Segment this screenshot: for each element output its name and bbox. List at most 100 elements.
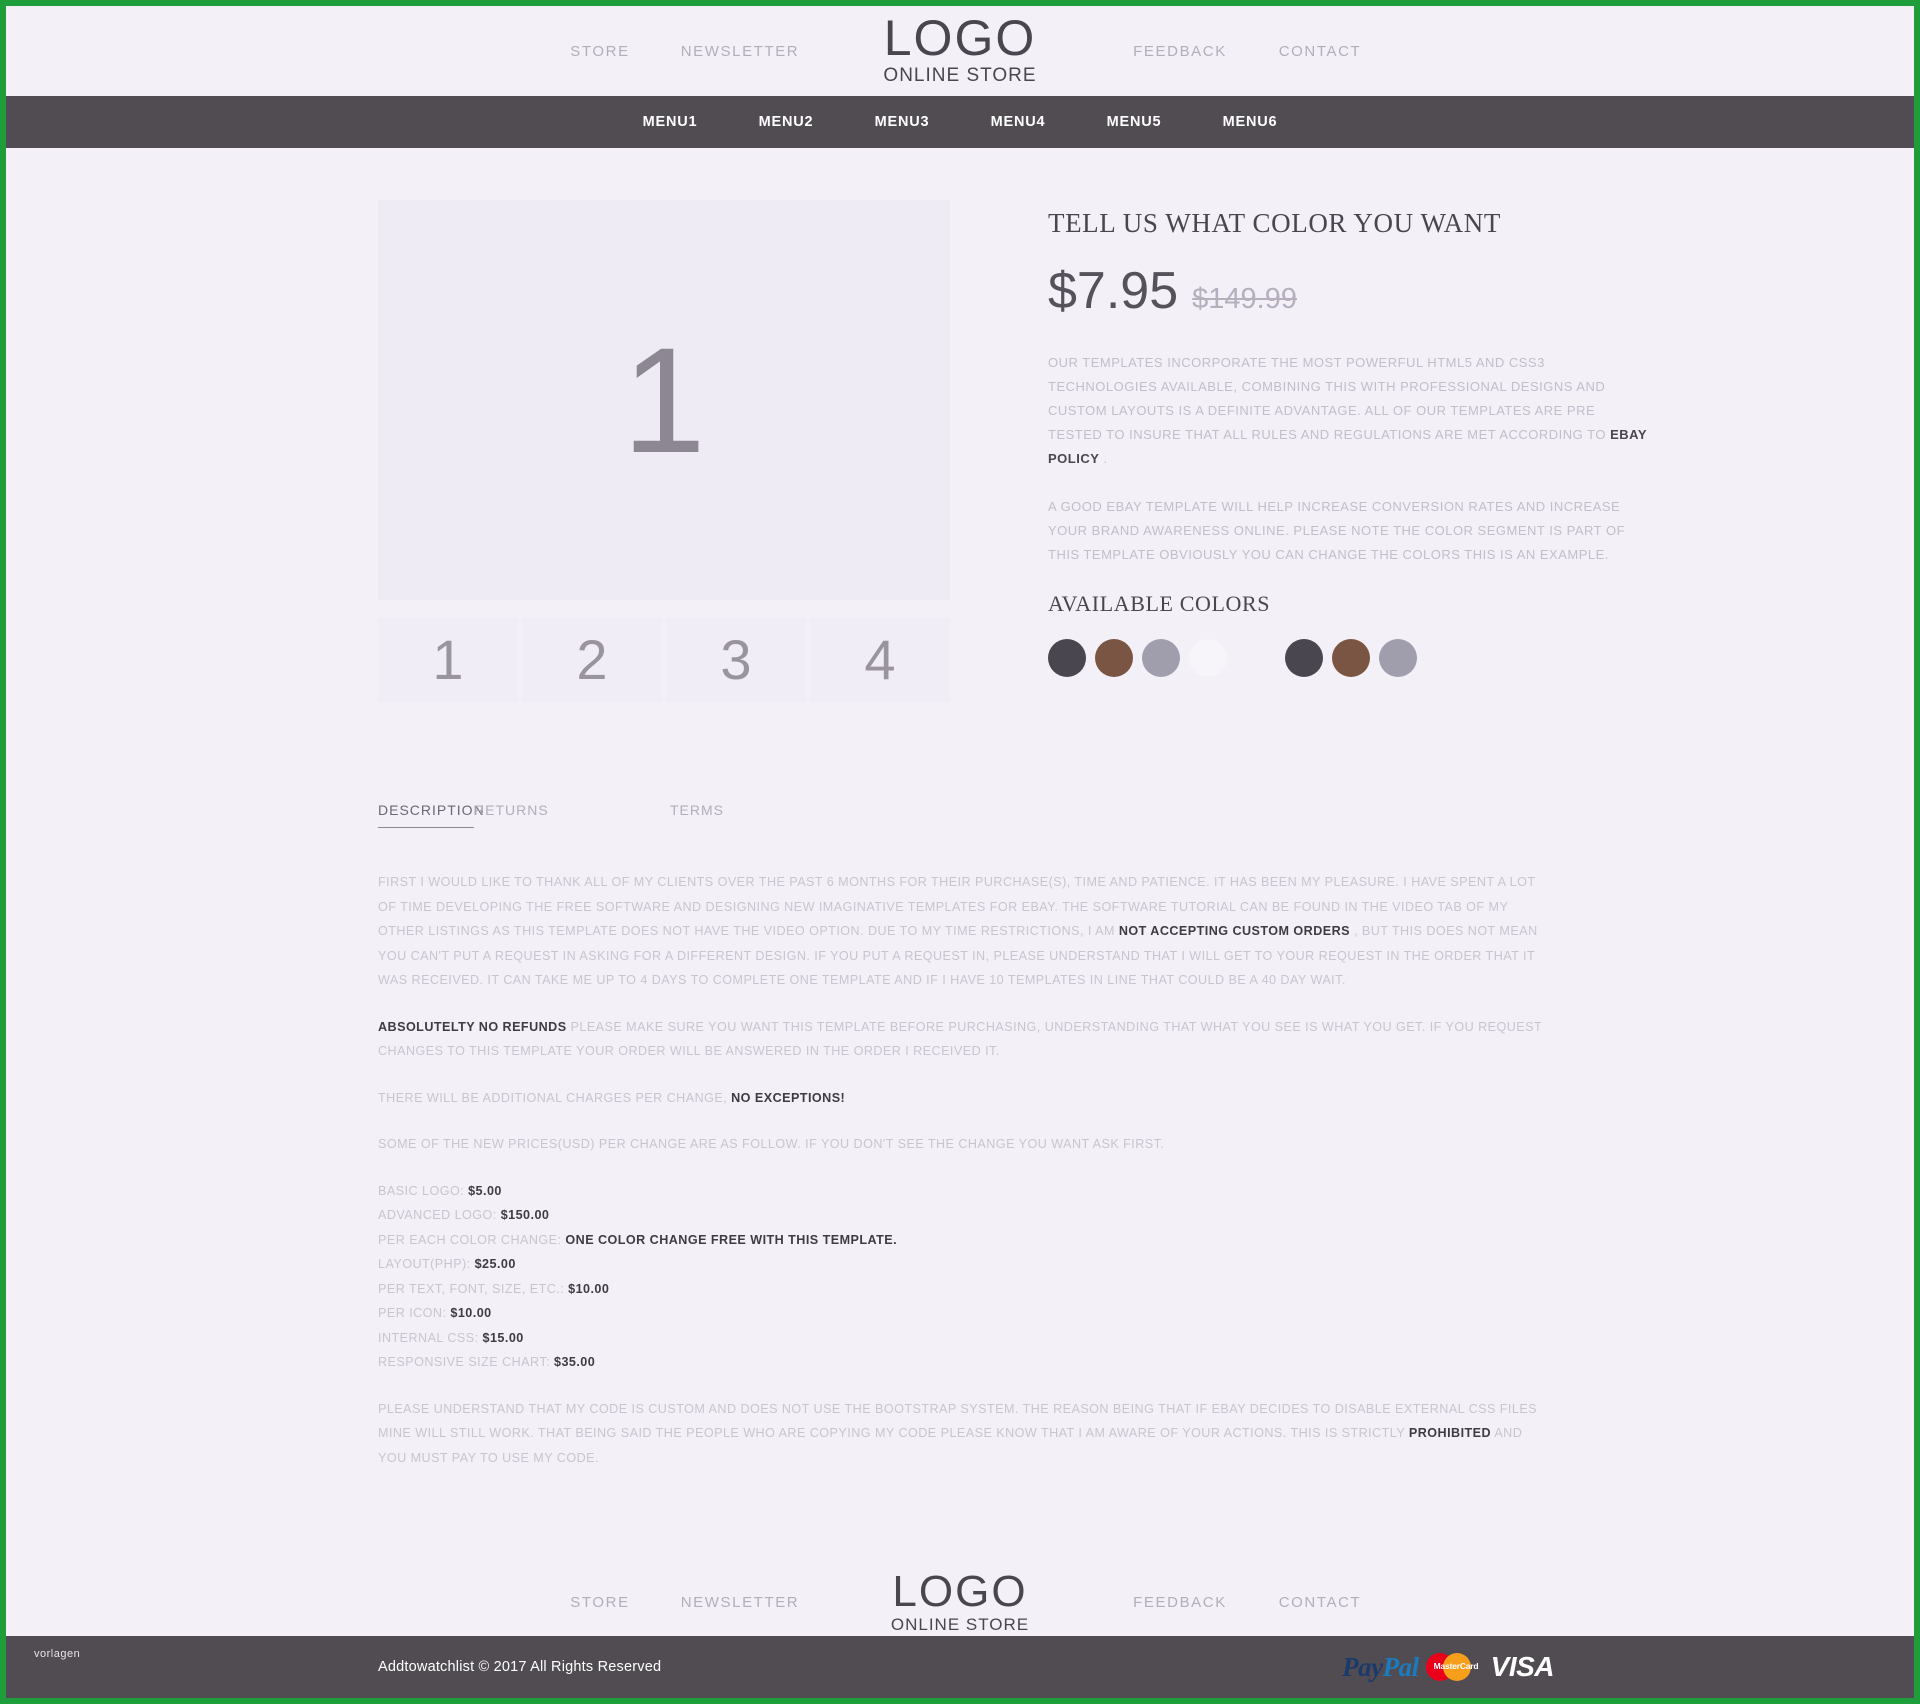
footer-link-store[interactable]: STORE (530, 1594, 670, 1611)
footer-link-contact[interactable]: CONTACT (1250, 1594, 1390, 1611)
paragraph-1-text-a: OUR TEMPLATES INCORPORATE THE MOST POWER… (1048, 355, 1611, 442)
price-item-label: INTERNAL CSS: (378, 1330, 483, 1345)
product-main-image[interactable]: 1 (378, 200, 950, 600)
desc-p1-emphasis: NOT ACCEPTING CUSTOM ORDERS (1118, 924, 1351, 938)
price-item-label: PER ICON: (378, 1306, 451, 1320)
price-item-label: LAYOUT(PHP): (378, 1257, 475, 1271)
header-link-newsletter[interactable]: NEWSLETTER (670, 43, 810, 60)
site-logo[interactable]: LOGO ONLINE STORE (810, 10, 1110, 87)
desc-p3-text: THERE WILL BE ADDITIONAL CHARGES PER CHA… (378, 1090, 732, 1105)
tab-list: DESCRIPTION RETURNS TERMS (378, 802, 1542, 828)
price-item-label: PER TEXT, FONT, SIZE, ETC.: (378, 1281, 569, 1296)
price-item-label: ADVANCED LOGO: (378, 1208, 501, 1222)
menu-item-menu4[interactable]: MENU4 (960, 114, 1076, 130)
available-colors-title: AVAILABLE COLORS (1048, 591, 1271, 616)
price-list-item: PER TEXT, FONT, SIZE, ETC.: $10.00 (378, 1277, 1542, 1302)
paypal-pal-text: Pal (1382, 1651, 1420, 1682)
logo-sub-text: ONLINE STORE (883, 64, 1037, 86)
mastercard-icon: MasterCard (1425, 1650, 1484, 1684)
thumbnail-label: 3 (720, 628, 752, 691)
price-list-item: INTERNAL CSS: $15.00 (378, 1326, 1542, 1351)
description-paragraph-3: THERE WILL BE ADDITIONAL CHARGES PER CHA… (378, 1086, 1542, 1111)
price-item-label: RESPONSIVE SIZE CHART: (378, 1355, 554, 1369)
color-swatch[interactable] (1285, 639, 1323, 677)
logo-main-text: LOGO (883, 10, 1037, 67)
header-link-contact[interactable]: CONTACT (1250, 43, 1390, 60)
price-list-item: PER ICON: $10.00 (378, 1301, 1542, 1326)
tab-description[interactable]: DESCRIPTION (378, 802, 484, 828)
menu-item-menu5[interactable]: MENU5 (1076, 114, 1192, 130)
price-list-item: LAYOUT(PHP): $25.00 (378, 1252, 1542, 1277)
thumbnail-label: 4 (864, 628, 896, 691)
price-item-value: $25.00 (474, 1257, 516, 1271)
price-item-value: $150.00 (500, 1208, 550, 1222)
menu-item-menu1[interactable]: MENU1 (612, 114, 728, 130)
mastercard-label: MasterCard (1433, 1661, 1479, 1671)
price-item-value: $5.00 (468, 1183, 502, 1198)
product-row: 1 1 2 3 4 TELL US WHAT COLOR YOU WANT $7… (6, 200, 1914, 702)
price-list-item: BASIC LOGO: $5.00 (378, 1179, 1542, 1204)
product-paragraph-2: A GOOD EBAY TEMPLATE WILL HELP INCREASE … (1048, 499, 1626, 562)
footer-logo-main-text: LOGO (892, 1567, 1028, 1617)
change-price-list: BASIC LOGO: $5.00 ADVANCED LOGO: $150.00… (378, 1179, 1542, 1375)
footer-link-feedback[interactable]: FEEDBACK (1110, 1594, 1250, 1611)
tab-terms[interactable]: TERMS (670, 802, 866, 828)
thumbnail-1[interactable]: 1 (378, 618, 518, 702)
price-original: $149.99 (1192, 283, 1297, 315)
paypal-icon: PayPal (1342, 1651, 1420, 1683)
swatch-group-1 (1048, 639, 1227, 677)
swatch-group-2 (1285, 639, 1417, 677)
main-menu-bar: MENU1 MENU2 MENU3 MENU4 MENU5 MENU6 (6, 96, 1914, 148)
header-link-store[interactable]: STORE (530, 43, 670, 60)
color-swatch[interactable] (1332, 639, 1370, 677)
thumbnail-3[interactable]: 3 (666, 618, 806, 702)
copyright-text: Addtowatchlist © 2017 All Rights Reserve… (378, 1659, 662, 1675)
color-swatch[interactable] (1095, 639, 1133, 677)
payment-icons: PayPal MasterCard VISA (1342, 1650, 1554, 1684)
tab-panel-description: FIRST I WOULD LIKE TO THANK ALL OF MY CL… (6, 870, 1914, 1470)
tabs-section: DESCRIPTION RETURNS TERMS (6, 802, 1914, 828)
main-image-label: 1 (622, 316, 706, 484)
color-swatches (1048, 639, 1648, 677)
footer-link-newsletter[interactable]: NEWSLETTER (670, 1594, 810, 1611)
thumbnail-4[interactable]: 4 (810, 618, 950, 702)
bottom-bar: vorlagen Addtowatchlist © 2017 All Right… (6, 1636, 1914, 1698)
price-item-label: BASIC LOGO: (378, 1183, 469, 1198)
thumbnail-label: 1 (432, 628, 464, 691)
price-row: $7.95 $149.99 (1048, 261, 1648, 321)
price-list-item: ADVANCED LOGO: $150.00 (378, 1203, 1542, 1228)
thumbnail-label: 2 (576, 628, 608, 691)
tab-returns[interactable]: RETURNS (474, 802, 670, 828)
price-item-value: ONE COLOR CHANGE FREE WITH THIS TEMPLATE… (565, 1232, 898, 1247)
footer-logo-sub-text: ONLINE STORE (890, 1614, 1030, 1634)
color-swatch[interactable] (1379, 639, 1417, 677)
price-item-value: $10.00 (450, 1306, 492, 1320)
price-item-value: $15.00 (482, 1330, 524, 1345)
color-swatch[interactable] (1142, 639, 1180, 677)
visa-icon: VISA (1490, 1651, 1555, 1682)
footer-logo[interactable]: LOGO ONLINE STORE (810, 1567, 1110, 1635)
product-paragraph-1: OUR TEMPLATES INCORPORATE THE MOST POWER… (1048, 351, 1648, 471)
price-item-value: $35.00 (553, 1355, 596, 1369)
page-root: STORE NEWSLETTER LOGO ONLINE STORE FEEDB… (0, 0, 1920, 1704)
product-info: TELL US WHAT COLOR YOU WANT $7.95 $149.9… (1048, 200, 1648, 702)
header-nav: STORE NEWSLETTER LOGO ONLINE STORE FEEDB… (6, 10, 1914, 87)
no-exceptions-emphasis: NO EXCEPTIONS! (731, 1090, 846, 1105)
price-list-item: PER EACH COLOR CHANGE: ONE COLOR CHANGE … (378, 1228, 1542, 1253)
menu-item-menu2[interactable]: MENU2 (728, 114, 844, 130)
paragraph-1-text-b: . (1099, 451, 1108, 466)
menu-item-menu6[interactable]: MENU6 (1192, 114, 1308, 130)
description-paragraph-4: SOME OF THE NEW PRICES(USD) PER CHANGE A… (378, 1137, 1165, 1151)
price-item-value: $10.00 (568, 1281, 610, 1296)
product-title: TELL US WHAT COLOR YOU WANT (1048, 208, 1501, 238)
menu-item-menu3[interactable]: MENU3 (844, 114, 960, 130)
price-list-item: RESPONSIVE SIZE CHART: $35.00 (378, 1350, 1542, 1375)
header-link-feedback[interactable]: FEEDBACK (1110, 43, 1250, 60)
watermark-text: vorlagen (34, 1648, 81, 1660)
color-swatch[interactable] (1048, 639, 1086, 677)
price-item-label: PER EACH COLOR CHANGE: (378, 1232, 566, 1247)
description-paragraph-1: FIRST I WOULD LIKE TO THANK ALL OF MY CL… (378, 870, 1542, 993)
color-swatch[interactable] (1189, 639, 1227, 677)
description-paragraph-5: PLEASE UNDERSTAND THAT MY CODE IS CUSTOM… (378, 1397, 1542, 1471)
thumbnail-2[interactable]: 2 (522, 618, 662, 702)
